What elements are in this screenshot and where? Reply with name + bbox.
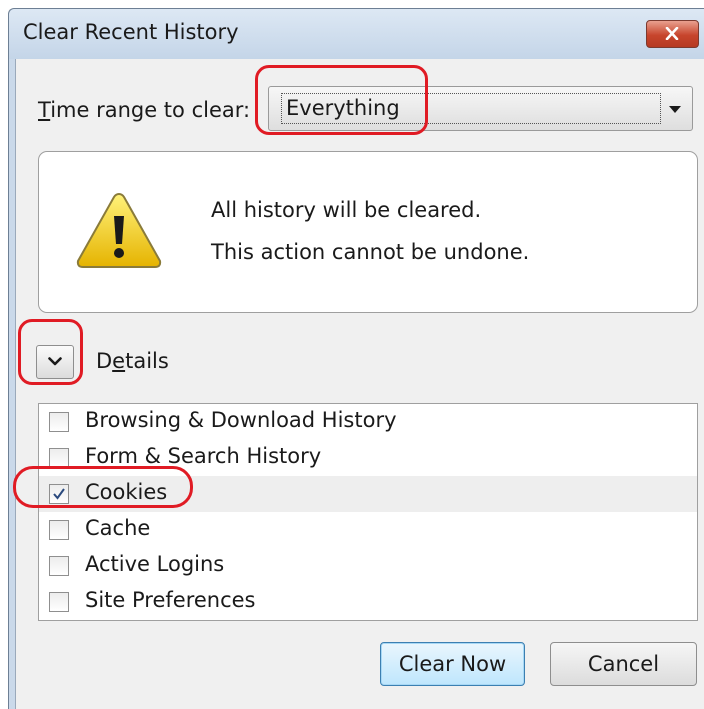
site-preferences-checkbox[interactable] (49, 592, 69, 612)
list-item-label: Browsing & Download History (85, 408, 397, 432)
cookies-checkbox[interactable] (49, 484, 69, 504)
list-item-label: Site Preferences (85, 588, 256, 612)
warning-line-2: This action cannot be undone. (211, 240, 530, 264)
clear-now-button[interactable]: Clear Now (380, 642, 525, 686)
warning-icon (76, 192, 162, 268)
warning-line-1: All history will be cleared. (211, 198, 482, 222)
chevron-down-icon (48, 357, 62, 366)
list-item[interactable]: Form & Search History (39, 440, 697, 476)
checkmark-icon (53, 488, 65, 500)
time-range-value: Everything (281, 93, 661, 124)
form-search-history-checkbox[interactable] (49, 448, 69, 468)
time-range-label: Time range to clear: (38, 98, 251, 122)
list-item[interactable]: Active Logins (39, 548, 697, 584)
list-item-label: Cache (85, 516, 151, 540)
active-logins-checkbox[interactable] (49, 556, 69, 576)
details-toggle-button[interactable] (36, 345, 74, 379)
time-range-select[interactable]: Everything (268, 86, 693, 131)
list-item-label: Active Logins (85, 552, 225, 576)
history-item-list: Browsing & Download History Form & Searc… (38, 403, 698, 621)
dialog-body: Time range to clear: Everything All hist… (15, 59, 704, 709)
cancel-button[interactable]: Cancel (550, 642, 697, 686)
details-label[interactable]: Details (96, 349, 169, 373)
dialog-window: Clear Recent History Time range to clear… (8, 8, 704, 709)
browsing-download-history-checkbox[interactable] (49, 412, 69, 432)
close-button[interactable] (646, 20, 699, 48)
list-item[interactable]: Cache (39, 512, 697, 548)
close-icon (665, 27, 679, 40)
list-item-label: Cookies (85, 480, 168, 504)
list-item[interactable]: Cookies (39, 476, 697, 512)
dropdown-arrow-icon (669, 106, 681, 113)
window-title: Clear Recent History (23, 20, 239, 44)
list-item[interactable]: Browsing & Download History (39, 404, 697, 440)
list-item[interactable]: Site Preferences (39, 584, 697, 620)
title-bar[interactable]: Clear Recent History (9, 9, 704, 59)
warning-box: All history will be cleared. This action… (38, 151, 698, 313)
cache-checkbox[interactable] (49, 520, 69, 540)
list-item-label: Form & Search History (85, 444, 322, 468)
